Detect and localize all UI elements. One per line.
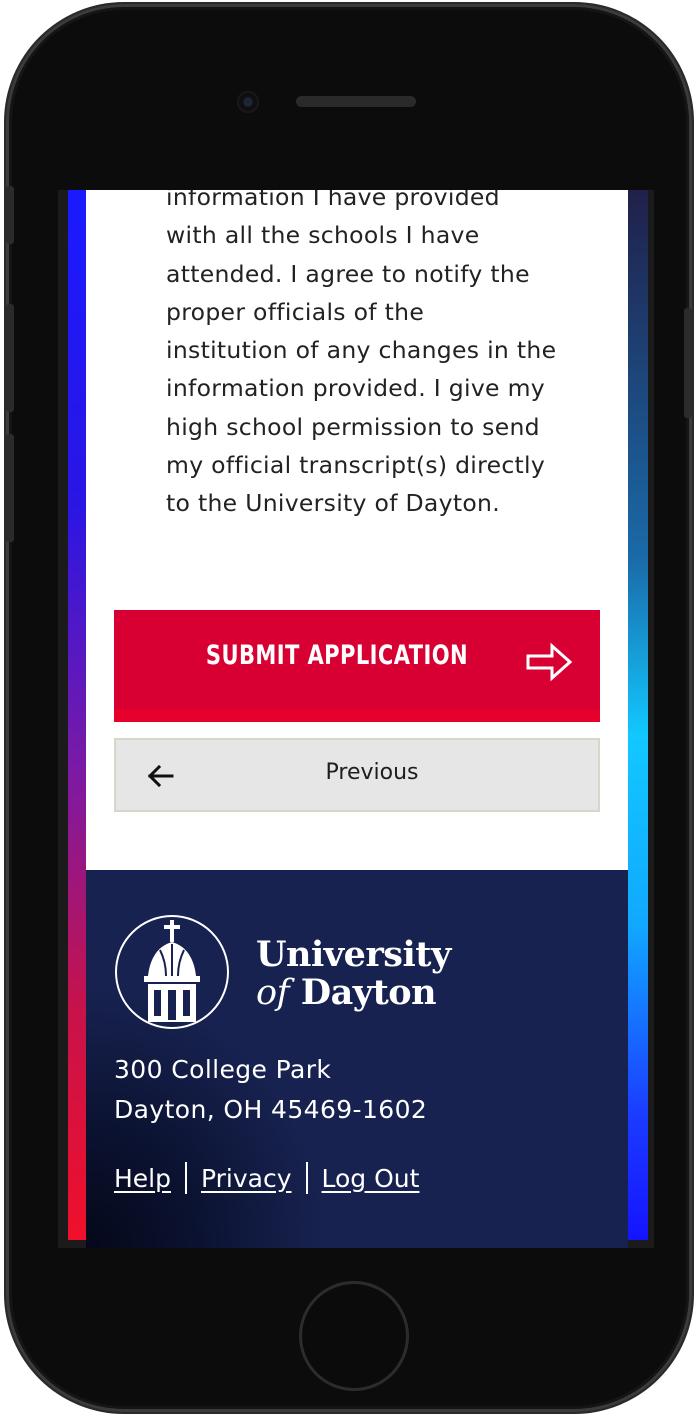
volume-down-button (6, 434, 14, 542)
consent-line: high school permission to send (166, 412, 540, 441)
submit-application-button[interactable]: SUBMIT APPLICATION (114, 610, 600, 722)
footer-links: Help Privacy Log Out (114, 1162, 419, 1194)
help-link[interactable]: Help (114, 1164, 171, 1193)
site-footer: University of Dayton 300 College Park Da… (86, 870, 628, 1248)
consent-line: information I have provided (166, 190, 500, 211)
front-camera (237, 91, 259, 113)
log-out-link[interactable]: Log Out (322, 1164, 420, 1193)
left-gradient-border (68, 190, 86, 1240)
screen: information I have provided with all the… (58, 190, 654, 1248)
submit-button-label: SUBMIT APPLICATION (205, 640, 469, 671)
university-wordmark: University of Dayton (256, 934, 451, 1013)
earpiece-speaker (296, 96, 416, 107)
wordmark-dayton: Dayton (300, 972, 437, 1013)
consent-line: attended. I agree to notify the (166, 259, 530, 288)
previous-button-label: Previous (325, 760, 419, 785)
wordmark-line-1: University (256, 934, 451, 975)
consent-statement: information I have provided with all the… (166, 190, 606, 523)
link-divider (305, 1162, 308, 1194)
power-button (684, 308, 692, 418)
arrow-right-icon (526, 642, 572, 682)
home-button[interactable] (302, 1284, 406, 1388)
consent-line: my official transcript(s) directly (166, 451, 546, 480)
consent-line: proper officials of the (166, 297, 425, 326)
mailing-address: 300 College Park Dayton, OH 45469-1602 (114, 1050, 427, 1130)
link-divider (185, 1162, 187, 1194)
university-seal-icon (115, 915, 229, 1029)
right-gradient-border (628, 190, 648, 1240)
address-line-2: Dayton, OH 45469-1602 (114, 1095, 428, 1124)
consent-line: to the University of Dayton. (166, 489, 500, 518)
consent-line: institution of any changes in the (166, 336, 557, 365)
consent-line: information provided. I give my (166, 374, 545, 403)
consent-line: with all the schools I have (166, 221, 480, 250)
address-line-1: 300 College Park (114, 1055, 332, 1084)
previous-button[interactable]: Previous (114, 738, 600, 812)
wordmark-of: of (256, 973, 290, 1013)
volume-up-button (6, 304, 14, 412)
mute-switch (6, 186, 14, 244)
wordmark-line-2: of Dayton (256, 972, 451, 1013)
phone-frame: information I have provided with all the… (6, 4, 692, 1412)
application-panel: information I have provided with all the… (86, 190, 628, 870)
privacy-link[interactable]: Privacy (201, 1164, 292, 1193)
